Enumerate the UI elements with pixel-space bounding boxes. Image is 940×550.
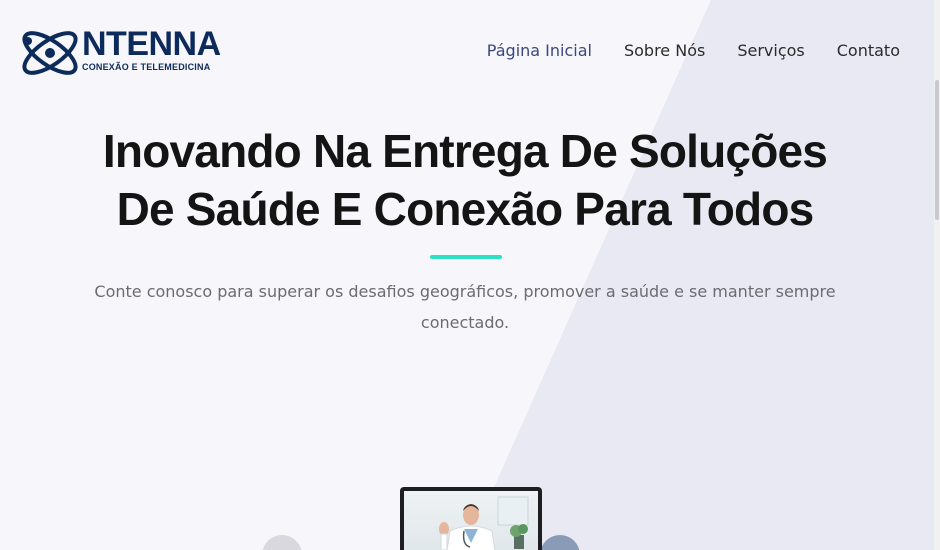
site-header: NTENNA CONEXÃO E TELEMEDICINA Página Ini… bbox=[0, 0, 940, 100]
hero-title-line-2: De Saúde E Conexão Para Todos bbox=[116, 183, 815, 235]
hero-subtitle: Conte conosco para superar os desafios g… bbox=[80, 276, 850, 338]
hero-title: Inovando Na Entrega De Soluções De Saúde… bbox=[0, 122, 930, 238]
logo-tagline: CONEXÃO E TELEMEDICINA bbox=[82, 62, 211, 72]
nav-item-home[interactable]: Página Inicial bbox=[487, 41, 592, 60]
nav-item-contact[interactable]: Contato bbox=[837, 41, 900, 60]
main-nav: Página Inicial Sobre Nós Serviços Contat… bbox=[487, 41, 900, 60]
nav-item-about[interactable]: Sobre Nós bbox=[624, 41, 705, 60]
atom-logo-icon bbox=[22, 31, 78, 75]
doctor-video-call-icon bbox=[404, 491, 538, 550]
scrollbar-thumb[interactable] bbox=[935, 80, 939, 220]
hero-subtitle-line-1: Conte conosco para superar os desafios g… bbox=[94, 282, 836, 301]
nav-item-services[interactable]: Serviços bbox=[737, 41, 804, 60]
hero-title-line-1: Inovando Na Entrega De Soluções bbox=[102, 125, 828, 177]
brand-logo[interactable]: NTENNA CONEXÃO E TELEMEDICINA bbox=[16, 15, 221, 85]
laptop-illustration bbox=[400, 487, 542, 550]
logo-text-group: NTENNA CONEXÃO E TELEMEDICINA bbox=[82, 25, 221, 72]
title-accent-divider bbox=[430, 255, 502, 259]
hero-subtitle-line-2: conectado. bbox=[420, 313, 510, 332]
scrollbar-track[interactable] bbox=[934, 0, 940, 550]
logo-word: NTENNA bbox=[82, 25, 221, 63]
